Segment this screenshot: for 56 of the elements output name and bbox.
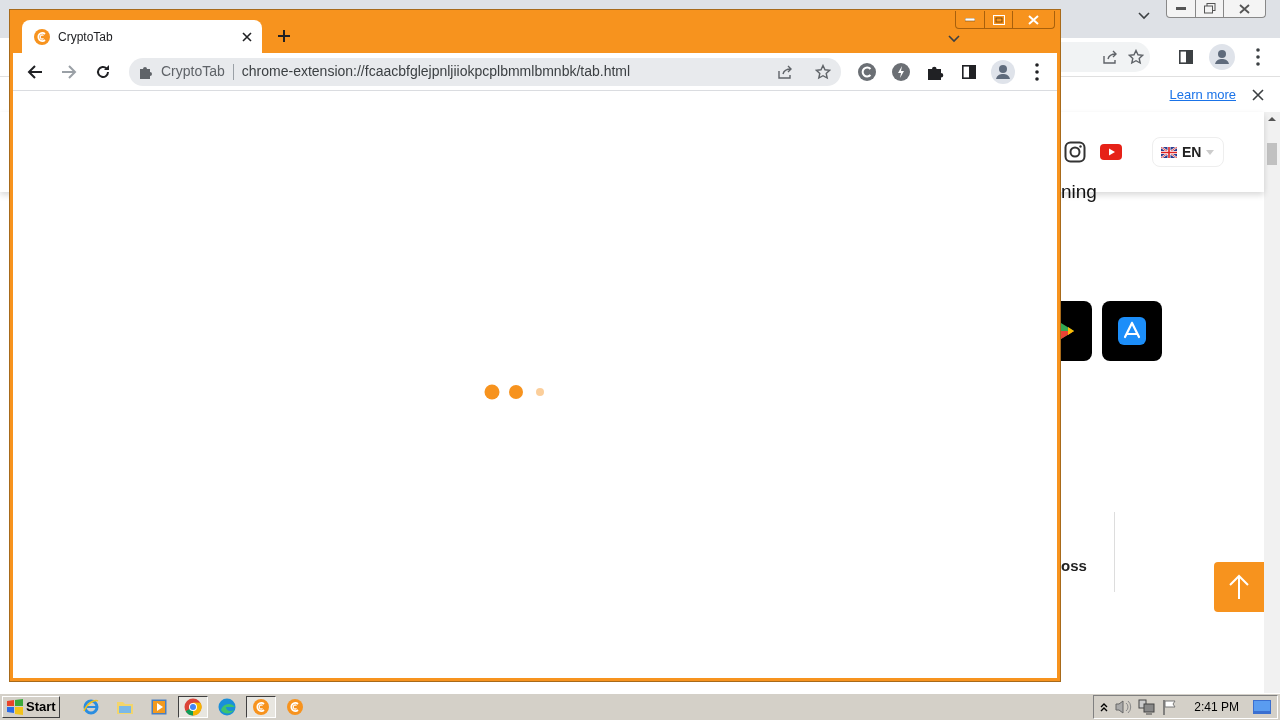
plus-icon	[277, 29, 291, 43]
close-icon[interactable]	[1252, 88, 1264, 101]
edge-icon	[217, 698, 236, 716]
coin-taskbar-button[interactable]	[245, 696, 276, 718]
close-icon	[1028, 14, 1039, 25]
loading-icon	[484, 383, 546, 400]
coin-icon	[34, 28, 50, 45]
instagram-icon[interactable]	[1064, 141, 1086, 163]
google-play-button[interactable]	[1061, 301, 1092, 361]
language-selector[interactable]: EN	[1152, 137, 1224, 167]
restore-icon	[1203, 3, 1216, 14]
star-icon[interactable]	[1128, 49, 1144, 65]
media-player-icon	[150, 699, 167, 715]
chrome-taskbar-button[interactable]	[177, 696, 208, 718]
reload-icon	[95, 63, 111, 80]
windows-logo-icon	[6, 699, 24, 715]
play-icon	[1061, 321, 1075, 341]
browser-tab[interactable]: CryptoTab	[22, 20, 262, 53]
folder-icon	[115, 699, 134, 715]
puzzle-icon	[139, 64, 153, 79]
close-icon	[1239, 3, 1250, 14]
network-icon[interactable]	[1138, 699, 1157, 715]
back-icon	[27, 63, 43, 80]
address-bar[interactable]: CryptoTab chrome-extension://fcaacbfglejpnljiiokpcplbmmlbmnbk/tab.html	[129, 57, 841, 86]
clock[interactable]: 2:41 PM	[1194, 698, 1239, 716]
scroll-up-arrow-icon	[1268, 116, 1276, 121]
minimize-icon	[1176, 6, 1186, 11]
app-store-icon	[1118, 317, 1146, 345]
heading-text: ning	[1061, 182, 1097, 202]
speaker-icon[interactable]	[1114, 699, 1133, 715]
start-button[interactable]: Start	[2, 696, 60, 718]
star-icon[interactable]	[815, 63, 831, 80]
avatar-icon[interactable]	[1208, 43, 1236, 71]
forward-icon	[61, 63, 77, 80]
ie-icon	[81, 698, 100, 716]
youtube-icon[interactable]	[1100, 144, 1122, 160]
coin-icon	[252, 699, 269, 715]
close-icon[interactable]	[242, 31, 252, 42]
minimize-icon	[965, 17, 975, 22]
arrow-up-icon	[1228, 574, 1250, 600]
coin-icon	[286, 699, 303, 715]
flag-icon[interactable]	[1162, 699, 1179, 715]
maximize-icon	[992, 14, 1005, 25]
share-icon[interactable]	[777, 63, 793, 80]
app-store-button[interactable]	[1102, 301, 1162, 361]
scrollbar-thumb[interactable]	[1267, 143, 1277, 165]
caret-icon	[1206, 149, 1215, 155]
avatar-icon[interactable]	[989, 57, 1017, 86]
chrome-icon	[183, 698, 202, 716]
chevron-down-icon[interactable]	[1138, 12, 1150, 20]
learn-more-link[interactable]: Learn more	[1169, 84, 1236, 105]
share-icon[interactable]	[1102, 49, 1118, 65]
chevron-down-icon[interactable]	[948, 35, 960, 43]
scrollbar[interactable]	[1264, 112, 1280, 693]
flag-icon	[1161, 146, 1177, 158]
chevron-up-icon[interactable]	[1100, 702, 1109, 712]
